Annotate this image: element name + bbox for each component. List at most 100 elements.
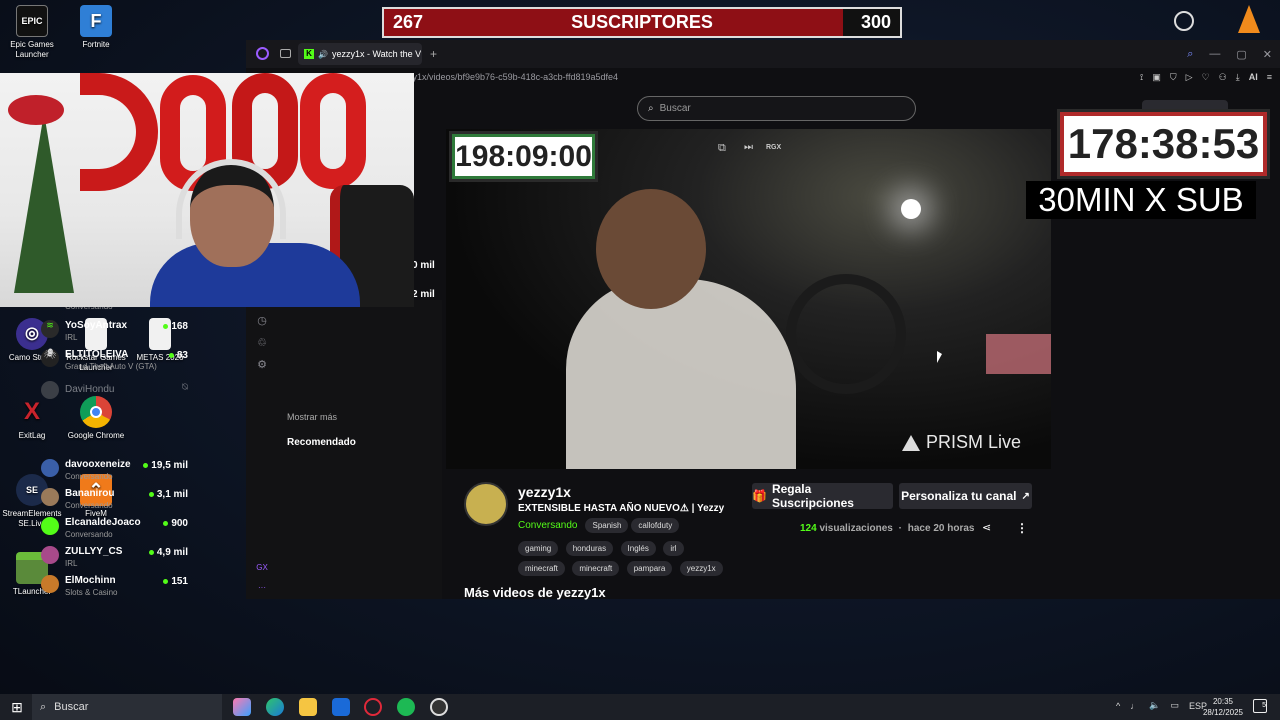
- countdown-timer-right: 178:38:53: [1057, 109, 1270, 179]
- sidebar-partial-count: 2 mil: [412, 289, 435, 300]
- channel-name: ZULLYY_CS: [65, 546, 123, 557]
- desktop-icon-fortnite[interactable]: F Fortnite: [64, 5, 128, 50]
- views-info: 124 visualizaciones · hace 20 horas: [800, 523, 975, 534]
- avatar: [41, 488, 59, 506]
- sidebar-channel[interactable]: Bananirou Conversando 3,1 mil: [41, 485, 191, 514]
- rgx-label[interactable]: RGX: [766, 144, 781, 151]
- channel-avatar[interactable]: [464, 482, 508, 526]
- network-icon[interactable]: ▭: [1170, 700, 1179, 711]
- tag-chip[interactable]: honduras: [565, 541, 614, 556]
- snapshot-icon[interactable]: ▣: [1152, 72, 1161, 83]
- search-tabs-icon[interactable]: ⌕: [1187, 48, 1193, 61]
- pip-icon[interactable]: ⧉: [718, 142, 726, 155]
- taskbar: ⊞ ⌕ Buscar ^ ♩ 🔈 ▭ ESP 20:35 28/12/2025 …: [0, 694, 1280, 720]
- tag-chip[interactable]: minecraft: [518, 561, 565, 576]
- ai-button[interactable]: AI: [1249, 72, 1258, 83]
- tag-chip[interactable]: Inglés: [620, 541, 656, 556]
- tag-chip[interactable]: irl: [663, 541, 684, 556]
- tag-chip[interactable]: Spanish: [585, 518, 629, 533]
- channel-name: ElcanaldeJoaco: [65, 517, 141, 528]
- taskbar-search[interactable]: ⌕ Buscar: [32, 694, 222, 720]
- channel-name: DaviHondu: [65, 384, 115, 395]
- sidebar-channel[interactable]: davooxeneize Conversando 19,5 mil: [41, 456, 191, 485]
- desktop-icon-label: ExitLag: [18, 431, 46, 440]
- heart-icon[interactable]: ♡: [1202, 72, 1210, 83]
- new-tab-icon[interactable]: +: [430, 47, 437, 61]
- desktop-icon-label: Fortnite: [82, 40, 110, 49]
- steering-wheel-icon[interactable]: [1174, 11, 1194, 31]
- sub-label: SUSCRIPTORES: [571, 12, 713, 32]
- shield-icon[interactable]: ⛉: [1170, 72, 1177, 83]
- person-head-shape: [596, 189, 706, 309]
- gx-icon[interactable]: GX: [254, 558, 270, 578]
- kick-sidebar: [246, 300, 442, 599]
- desktop-icon-epic-games[interactable]: EPIC Epic Games Launcher: [0, 5, 64, 60]
- kick-search-input[interactable]: ⌕ Buscar: [637, 96, 916, 121]
- show-more-link[interactable]: Mostrar más: [287, 412, 337, 422]
- share-icon[interactable]: ⋖: [982, 521, 991, 534]
- mouse-cursor-icon: [937, 351, 942, 363]
- tab-list-icon[interactable]: [280, 49, 291, 58]
- viewer-count: 83: [168, 350, 188, 361]
- viewer-count: 19,5 mil: [143, 460, 188, 471]
- sidebar-channel[interactable]: ≋ YoSoyAntrax IRL 168: [41, 317, 191, 346]
- vlc-icon[interactable]: [1238, 5, 1260, 33]
- viewer-count: 4,9 mil: [148, 547, 188, 558]
- pin-icon[interactable]: ⟟: [1140, 72, 1143, 83]
- clock[interactable]: 20:35 28/12/2025: [1200, 696, 1246, 718]
- sidebar-channel[interactable]: ElMochinn Slots & Casino 151: [41, 572, 191, 599]
- live-dot-icon: [148, 491, 154, 497]
- tag-chip[interactable]: callofduty: [631, 518, 680, 533]
- channel-name: davooxeneize: [65, 459, 131, 470]
- history-icon[interactable]: ◷: [252, 310, 272, 332]
- copilot-icon[interactable]: [233, 698, 251, 716]
- sidebar-channel[interactable]: DaviHondu ⍉: [41, 378, 191, 407]
- notification-icon[interactable]: 5: [1253, 699, 1267, 713]
- file-explorer-icon[interactable]: [299, 698, 317, 716]
- taskbar-search-label: Buscar: [54, 701, 89, 713]
- tag-chip[interactable]: minecraft: [572, 561, 620, 576]
- obs-icon[interactable]: [430, 698, 448, 716]
- tree-shape: [14, 113, 74, 293]
- countdown-timer-left: 198:09:00: [449, 131, 598, 182]
- more-icon[interactable]: ···: [254, 578, 270, 598]
- microphone-icon[interactable]: ♩: [1130, 701, 1139, 711]
- sidebar-channel[interactable]: ZULLYY_CS IRL 4,9 mil: [41, 543, 191, 572]
- opera-logo-icon[interactable]: [256, 47, 269, 60]
- sidebar-channel[interactable]: 🕷 ELTITOLEIVA Grand Theft Auto V (GTA) 8…: [41, 346, 191, 375]
- channel-name: ElMochinn: [65, 575, 116, 586]
- category-link[interactable]: Conversando: [518, 520, 577, 531]
- profile-icon[interactable]: ⚇: [1219, 72, 1227, 83]
- volume-icon[interactable]: 🔈: [1149, 700, 1160, 711]
- speaker-icon[interactable]: 🔊: [318, 50, 328, 59]
- gift-subs-button[interactable]: 🎁 Regala Suscripciones: [752, 482, 893, 510]
- menu-icon[interactable]: ≡: [1267, 72, 1272, 83]
- tab-kick[interactable]: K 🔊 yezzy1x - Watch the V: [298, 43, 422, 65]
- customize-channel-button[interactable]: Personaliza tu canal ↗: [899, 483, 1032, 509]
- channel-name[interactable]: yezzy1x: [518, 484, 571, 500]
- download-icon[interactable]: ⤓: [1236, 72, 1240, 83]
- spotify-icon[interactable]: [397, 698, 415, 716]
- opera-gx-icon[interactable]: [364, 698, 382, 716]
- tags-row: Conversando Spanish callofduty: [518, 518, 682, 533]
- play-icon[interactable]: ▷: [1186, 72, 1193, 83]
- sidebar-channel[interactable]: ElcanaldeJoaco Conversando 900: [41, 514, 191, 543]
- kick-favicon-icon: K: [304, 49, 314, 59]
- tag-chip[interactable]: gaming: [518, 541, 559, 556]
- mail-icon[interactable]: [332, 698, 350, 716]
- skip-icon[interactable]: ⏭: [744, 142, 753, 153]
- sub-goal-bar: 267 SUSCRIPTORES 300: [382, 7, 902, 38]
- tag-chip[interactable]: pampara: [626, 561, 673, 576]
- more-options-icon[interactable]: ⋮: [1016, 521, 1028, 535]
- close-icon[interactable]: ✕: [1263, 48, 1272, 61]
- settings-icon[interactable]: ⚙: [252, 354, 272, 376]
- maximize-icon[interactable]: ▢: [1236, 48, 1246, 61]
- following-icon[interactable]: ♲: [252, 332, 272, 354]
- windows-start-icon[interactable]: ⊞: [8, 698, 26, 716]
- minimize-icon[interactable]: —: [1209, 48, 1220, 61]
- search-icon: ⌕: [40, 700, 47, 713]
- views-count: 124: [800, 523, 817, 534]
- chevron-up-icon[interactable]: ^: [1116, 701, 1120, 711]
- edge-icon[interactable]: [266, 698, 284, 716]
- tag-chip[interactable]: yezzy1x: [679, 561, 723, 576]
